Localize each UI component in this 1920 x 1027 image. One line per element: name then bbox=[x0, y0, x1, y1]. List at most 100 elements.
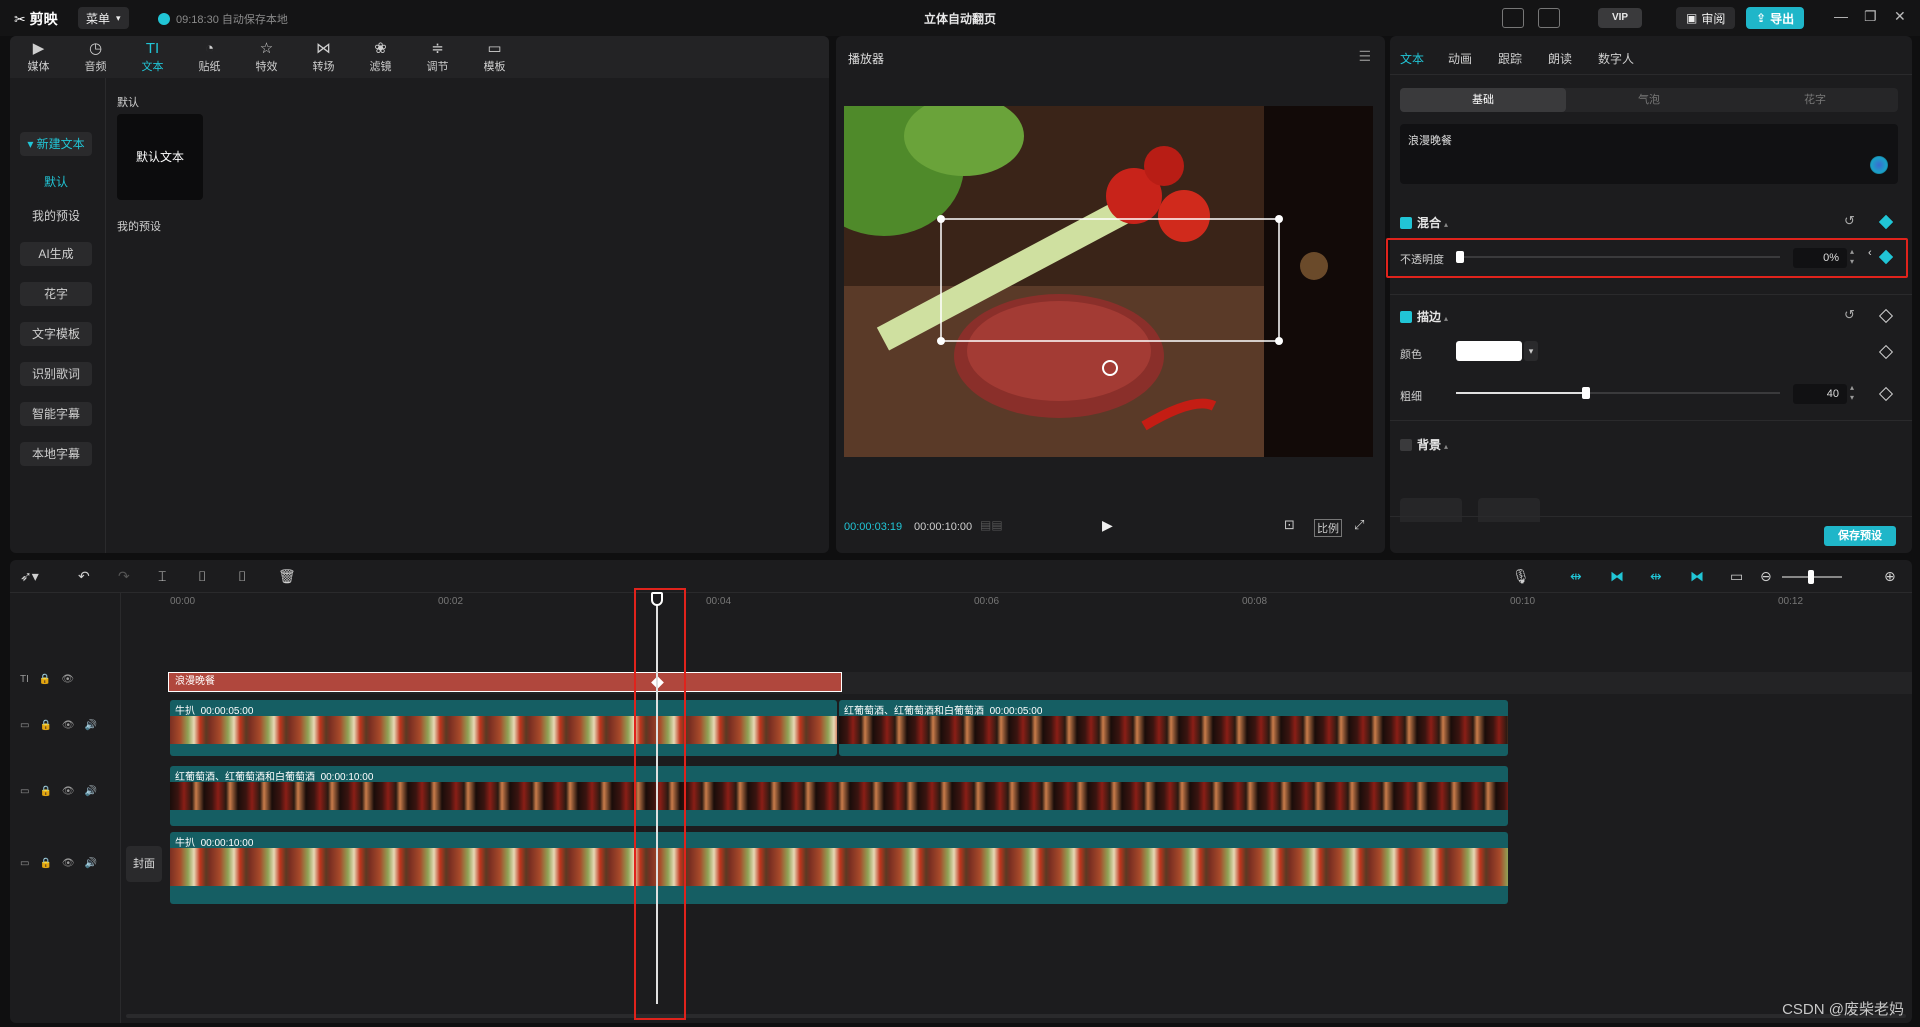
volume-icon[interactable]: 🔊 bbox=[85, 858, 97, 869]
zoom-out-icon[interactable]: ⊖ bbox=[1760, 568, 1772, 585]
lock-icon[interactable]: 🔒 bbox=[39, 858, 51, 869]
tab-animation[interactable]: 动画 bbox=[1448, 50, 1472, 67]
link-main-track-icon[interactable]: ⇹ bbox=[1570, 568, 1582, 585]
save-preset-button[interactable]: 保存预设 bbox=[1824, 526, 1896, 546]
sidebar-item-lyrics[interactable]: 识别歌词 bbox=[20, 362, 92, 386]
zoom-in-icon[interactable]: ⊕ bbox=[1884, 568, 1896, 585]
eye-icon[interactable]: 👁 bbox=[62, 720, 75, 731]
microphone-icon[interactable]: 🎙 bbox=[1512, 568, 1530, 585]
eye-icon[interactable]: 👁 bbox=[61, 674, 74, 685]
tool-template[interactable]: ▭ 模板 bbox=[466, 36, 523, 78]
linkage-icon[interactable]: ⇹ bbox=[1650, 568, 1662, 585]
stroke-color-swatch[interactable] bbox=[1456, 341, 1522, 361]
text-clip[interactable]: 浪漫晚餐 bbox=[168, 672, 842, 692]
volume-icon[interactable]: 🔊 bbox=[85, 786, 97, 797]
delete-icon[interactable]: 🗑 bbox=[278, 568, 296, 585]
play-icon[interactable]: ▶ bbox=[1102, 517, 1113, 534]
width-stepper-icon[interactable]: ▴ ▾ bbox=[1850, 383, 1854, 403]
video-clip[interactable]: 红葡萄酒、红葡萄酒和白葡萄酒 00:00:05:00 bbox=[839, 700, 1508, 756]
segment-bubble[interactable]: 气泡 bbox=[1566, 88, 1732, 112]
width-slider-handle[interactable] bbox=[1581, 387, 1590, 399]
lock-icon[interactable]: 🔒 bbox=[39, 674, 51, 685]
keyframe-icon[interactable] bbox=[1878, 344, 1894, 360]
zoom-slider-handle[interactable] bbox=[1808, 570, 1814, 584]
stroke-checkbox[interactable] bbox=[1400, 311, 1412, 323]
keyframe-icon[interactable] bbox=[1878, 214, 1894, 230]
tab-read-aloud[interactable]: 朗读 bbox=[1548, 50, 1572, 67]
trim-left-icon[interactable]: ⌷ bbox=[198, 568, 206, 585]
sidebar-item-fancy[interactable]: 花字 bbox=[20, 282, 92, 306]
sidebar-item-local-subtitle[interactable]: 本地字幕 bbox=[20, 442, 92, 466]
tool-transition[interactable]: ⋈ 转场 bbox=[295, 36, 352, 78]
trim-right-icon[interactable]: ⌷ bbox=[238, 568, 246, 585]
export-button[interactable]: ⇪ 导出 bbox=[1746, 7, 1805, 29]
video-preview[interactable] bbox=[844, 106, 1373, 457]
tool-text[interactable]: TI 文本 bbox=[124, 36, 181, 78]
video-clip[interactable]: 牛扒 00:00:05:00 bbox=[170, 700, 837, 756]
layout-icon[interactable] bbox=[1538, 8, 1560, 28]
lock-icon[interactable]: 🔒 bbox=[39, 786, 51, 797]
sidebar-item-ai[interactable]: AI生成 bbox=[20, 242, 92, 266]
prev-keyframe-icon[interactable]: ‹ bbox=[1868, 247, 1872, 259]
review-button[interactable]: ▣ 审阅 bbox=[1676, 7, 1736, 29]
cover-button[interactable]: 封面 bbox=[126, 846, 162, 882]
reset-icon[interactable]: ↺ bbox=[1844, 213, 1855, 229]
timecode-grid-icon[interactable]: ▤▤ bbox=[980, 518, 1003, 532]
tool-sticker[interactable]: ◔ 贴纸 bbox=[181, 36, 238, 78]
background-checkbox[interactable] bbox=[1400, 439, 1412, 451]
preview-axis-icon[interactable]: ⧓ bbox=[1690, 568, 1704, 585]
width-value-input[interactable]: 40 bbox=[1793, 384, 1847, 404]
ratio-button[interactable]: 比例 bbox=[1314, 519, 1342, 537]
sidebar-item-smart-subtitle[interactable]: 智能字幕 bbox=[20, 402, 92, 426]
tool-filter[interactable]: ❀ 滤镜 bbox=[352, 36, 409, 78]
text-content-input[interactable]: 浪漫晚餐 bbox=[1400, 124, 1898, 184]
default-text-card[interactable]: 默认文本 bbox=[117, 114, 203, 200]
tab-tracking[interactable]: 跟踪 bbox=[1498, 50, 1522, 67]
blend-section-title[interactable]: 混合 ▴ bbox=[1400, 214, 1448, 231]
opacity-slider[interactable] bbox=[1460, 256, 1780, 258]
segment-fancy[interactable]: 花字 bbox=[1732, 88, 1898, 112]
shortcut-icon[interactable] bbox=[1502, 8, 1524, 28]
eye-icon[interactable]: 👁 bbox=[62, 858, 75, 869]
undo-icon[interactable]: ↶ bbox=[78, 568, 90, 585]
vip-badge[interactable]: VIP bbox=[1598, 8, 1642, 28]
player-menu-icon[interactable]: ☰ bbox=[1358, 48, 1371, 65]
blend-checkbox[interactable] bbox=[1400, 217, 1412, 229]
sidebar-item-my-presets[interactable]: 我的预设 bbox=[20, 204, 92, 228]
tool-adjust[interactable]: ≑ 调节 bbox=[409, 36, 466, 78]
keyframe-icon[interactable] bbox=[1878, 386, 1894, 402]
split-icon[interactable]: ⌶ bbox=[158, 568, 166, 585]
lock-icon[interactable]: 🔒 bbox=[39, 720, 51, 731]
background-style-option[interactable] bbox=[1400, 498, 1462, 522]
redo-icon[interactable]: ↷ bbox=[118, 568, 130, 585]
stroke-section-title[interactable]: 描边 ▴ bbox=[1400, 308, 1448, 325]
minimize-icon[interactable]: — bbox=[1834, 8, 1848, 24]
reset-icon[interactable]: ↺ bbox=[1844, 307, 1855, 323]
screenshot-icon[interactable]: ⊡ bbox=[1284, 517, 1295, 533]
keyframe-icon[interactable] bbox=[1878, 308, 1894, 324]
tab-digital-human[interactable]: 数字人 bbox=[1598, 50, 1634, 67]
sidebar-item-default[interactable]: 默认 bbox=[20, 170, 92, 194]
color-dropdown-icon[interactable]: ▾ bbox=[1524, 341, 1538, 361]
fullscreen-icon[interactable]: ⤢ bbox=[1354, 517, 1364, 533]
snap-icon[interactable]: ⧓ bbox=[1610, 568, 1624, 585]
tool-effects[interactable]: ☆ 特效 bbox=[238, 36, 295, 78]
sidebar-item-new-text[interactable]: ▾ 新建文本 bbox=[20, 132, 92, 156]
eye-icon[interactable]: 👁 bbox=[62, 786, 75, 797]
tool-audio[interactable]: ◷ 音频 bbox=[67, 36, 124, 78]
background-style-option[interactable] bbox=[1478, 498, 1540, 522]
restore-icon[interactable]: ❐ bbox=[1864, 8, 1877, 25]
ai-color-icon[interactable] bbox=[1870, 156, 1888, 174]
close-icon[interactable]: ✕ bbox=[1894, 8, 1906, 25]
opacity-slider-handle[interactable] bbox=[1456, 251, 1464, 263]
tab-text[interactable]: 文本 bbox=[1400, 50, 1424, 67]
opacity-stepper-icon[interactable]: ▴ ▾ bbox=[1850, 247, 1854, 267]
segment-basic[interactable]: 基础 bbox=[1400, 88, 1566, 112]
opacity-value-input[interactable]: 0% bbox=[1793, 248, 1847, 268]
volume-icon[interactable]: 🔊 bbox=[85, 720, 97, 731]
sidebar-item-template[interactable]: 文字模板 bbox=[20, 322, 92, 346]
video-clip[interactable]: 红葡萄酒、红葡萄酒和白葡萄酒 00:00:10:00 bbox=[170, 766, 1508, 826]
timeline-scrollbar[interactable] bbox=[126, 1014, 1906, 1018]
main-video-clip[interactable]: 牛扒 00:00:10:00 bbox=[170, 832, 1508, 904]
background-section-title[interactable]: 背景 ▴ bbox=[1400, 436, 1448, 453]
